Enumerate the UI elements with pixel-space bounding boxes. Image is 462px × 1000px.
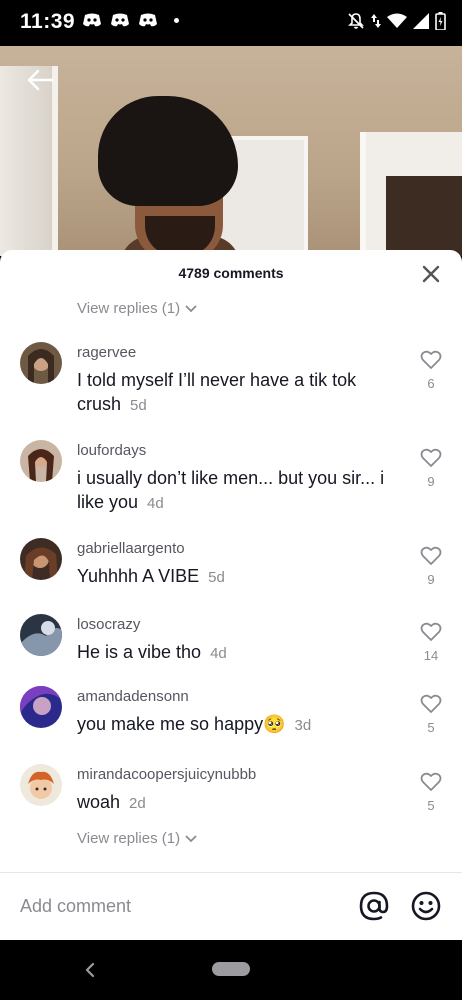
view-replies-top[interactable]: View replies (1) — [77, 300, 198, 317]
at-sign-icon — [359, 891, 389, 921]
emoji-button[interactable] — [410, 890, 442, 922]
more-notifications-dot — [174, 18, 179, 23]
like-count: 9 — [427, 474, 435, 489]
comment-text: you make me so happy🥺 3d — [77, 712, 397, 738]
video-doorway — [386, 176, 462, 256]
comment-input[interactable] — [20, 891, 320, 921]
close-icon — [422, 265, 440, 283]
view-replies-bottom[interactable]: View replies (1) — [77, 830, 198, 847]
comments-header: 4789 comments — [0, 250, 462, 296]
comment-body: Yuhhhh A VIBE — [77, 566, 200, 586]
system-icons — [347, 12, 446, 30]
heart-icon — [420, 694, 442, 713]
arrow-left-icon — [27, 69, 54, 91]
notification-icons — [82, 13, 179, 28]
comment-timestamp: 4d — [210, 645, 227, 662]
comment-body: I told myself I’ll never have a tik tok … — [77, 370, 357, 414]
comment-text: Yuhhhh A VIBE 5d — [77, 564, 397, 590]
heart-icon — [420, 546, 442, 565]
cell-signal-icon — [413, 13, 429, 29]
comment-username[interactable]: gabriellaargento — [77, 540, 185, 557]
battery-icon — [435, 12, 446, 30]
like-button[interactable]: 5 — [420, 772, 442, 813]
comment-body: i usually don’t like men... but you sir.… — [77, 468, 385, 512]
comment-timestamp: 5d — [208, 569, 225, 586]
comment-text: woah 2d — [77, 790, 397, 816]
status-bar: 11:39 — [0, 0, 462, 46]
comment-body: He is a vibe tho — [77, 642, 202, 662]
status-time: 11:39 — [20, 10, 76, 33]
comment-username[interactable]: loufordays — [77, 442, 146, 459]
view-replies-label: View replies (1) — [77, 830, 181, 847]
data-arrows-icon — [371, 13, 381, 29]
comment-text: I told myself I’ll never have a tik tok … — [77, 368, 397, 418]
discord-icon — [82, 13, 102, 28]
like-count: 9 — [427, 572, 435, 587]
comments-sheet: 4789 comments View replies (1) ragervee … — [0, 250, 462, 940]
comment-body: you make me so happy🥺 — [77, 714, 286, 734]
avatar[interactable] — [20, 686, 62, 728]
heart-icon — [420, 622, 442, 641]
comment-username[interactable]: losocrazy — [77, 616, 140, 633]
like-button[interactable]: 14 — [420, 622, 442, 663]
like-button[interactable]: 6 — [420, 350, 442, 391]
comment-timestamp: 3d — [294, 717, 312, 734]
wifi-icon — [387, 13, 407, 29]
like-count: 6 — [427, 376, 435, 391]
chevron-down-icon — [185, 834, 197, 842]
like-count: 5 — [427, 720, 435, 735]
comment-timestamp: 4d — [147, 495, 164, 512]
comment-username[interactable]: ragervee — [77, 344, 136, 361]
avatar[interactable] — [20, 538, 62, 580]
smiley-icon — [411, 891, 441, 921]
close-button[interactable] — [420, 263, 442, 285]
like-button[interactable]: 5 — [420, 694, 442, 735]
nav-back-button[interactable] — [80, 958, 100, 982]
comment-timestamp: 5d — [130, 397, 147, 414]
back-button[interactable] — [22, 62, 58, 98]
view-replies-label: View replies (1) — [77, 300, 181, 317]
heart-icon — [420, 350, 442, 369]
comments-count: 4789 comments — [178, 265, 284, 281]
comment-username[interactable]: mirandacoopersjuicynubbb — [77, 766, 256, 783]
comment-body: woah — [77, 792, 121, 812]
system-nav-bar — [0, 940, 462, 1000]
comment-timestamp: 2d — [129, 795, 146, 812]
avatar[interactable] — [20, 614, 62, 656]
avatar[interactable] — [20, 342, 62, 384]
avatar[interactable] — [20, 764, 62, 806]
comment-input-bar — [0, 872, 462, 940]
like-button[interactable]: 9 — [420, 448, 442, 489]
bell-muted-icon — [347, 12, 365, 30]
chevron-left-icon — [85, 962, 95, 978]
comment-username[interactable]: amandadensonn — [77, 688, 189, 705]
heart-icon — [420, 448, 442, 467]
avatar[interactable] — [20, 440, 62, 482]
chevron-down-icon — [185, 304, 197, 312]
like-button[interactable]: 9 — [420, 546, 442, 587]
heart-icon — [420, 772, 442, 791]
mention-button[interactable] — [358, 890, 390, 922]
home-pill-icon[interactable] — [212, 962, 250, 976]
discord-icon — [138, 13, 158, 28]
comment-text: He is a vibe tho 4d — [77, 640, 397, 666]
video-preview[interactable] — [0, 46, 462, 256]
discord-icon — [110, 13, 130, 28]
comment-text: i usually don’t like men... but you sir.… — [77, 466, 397, 516]
like-count: 5 — [427, 798, 435, 813]
like-count: 14 — [423, 648, 439, 663]
